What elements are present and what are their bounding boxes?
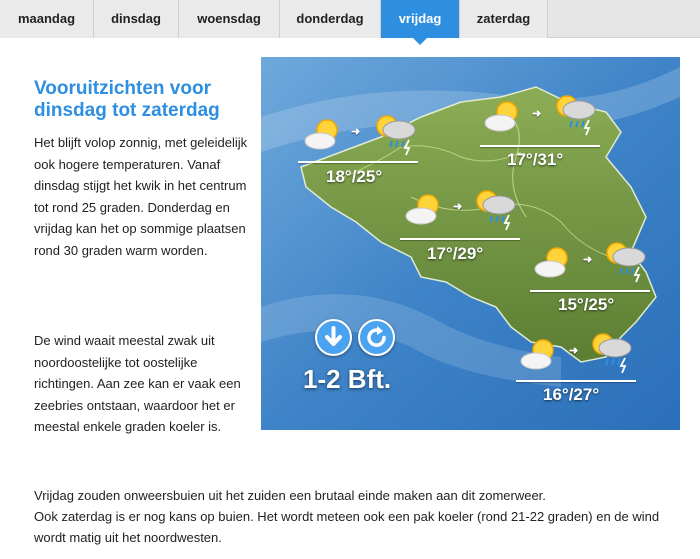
tab-donderdag[interactable]: donderdag xyxy=(280,0,381,38)
region-underline xyxy=(400,238,520,240)
thunderstorm-icon xyxy=(376,115,416,156)
region-underline xyxy=(516,380,636,382)
temperature-ardennen-zuid: 16°/27° xyxy=(543,385,600,404)
tab-zaterdag[interactable]: zaterdag xyxy=(460,0,548,38)
forecast-paragraph-temperature: Het blijft volop zonnig, met geleidelijk… xyxy=(34,135,248,258)
wind-force: 1-2 Bft. xyxy=(303,364,392,394)
sun-cloud-icon xyxy=(534,247,568,278)
sun-cloud-icon xyxy=(484,101,518,132)
forecast-title: Vooruitzichten voor dinsdag tot zaterdag xyxy=(34,78,220,121)
arrow-icon: ➜ xyxy=(583,254,593,266)
thunderstorm-icon xyxy=(606,242,646,283)
arrow-icon: ➜ xyxy=(569,345,579,357)
forecast-line-zaterdag: Ook zaterdag is er nog kans op buien. He… xyxy=(34,509,660,545)
arrow-icon: ➜ xyxy=(453,201,463,213)
tab-dinsdag[interactable]: dinsdag xyxy=(94,0,179,38)
wind-variable-badge xyxy=(358,319,395,356)
tab-vrijdag[interactable]: vrijdag xyxy=(381,0,460,45)
tab-woensdag[interactable]: woensdag xyxy=(179,0,280,38)
forecast-paragraph-wind: De wind waait meestal zwak uit noordoost… xyxy=(34,333,241,435)
arrow-icon: ➜ xyxy=(351,126,361,138)
thunderstorm-icon xyxy=(556,95,596,136)
day-tabs: maandag dinsdag woensdag donderdag vrijd… xyxy=(0,0,700,45)
sun-cloud-icon xyxy=(304,119,338,150)
refresh-icon xyxy=(367,326,386,347)
temperature-kust: 18°/25° xyxy=(326,167,383,186)
wind-direction-badge xyxy=(315,319,352,356)
sun-cloud-icon xyxy=(405,194,439,225)
arrow-down-icon xyxy=(325,326,342,346)
thunderstorm-icon xyxy=(592,333,632,374)
temperature-kempen: 17°/31° xyxy=(507,150,564,169)
forecast-line-vrijdag: Vrijdag zouden onweersbuien uit het zuid… xyxy=(34,488,546,503)
region-underline xyxy=(480,145,600,147)
sun-cloud-icon xyxy=(520,339,554,370)
region-underline xyxy=(530,290,650,292)
thunderstorm-icon xyxy=(476,190,516,231)
tab-maandag[interactable]: maandag xyxy=(0,0,94,38)
temperature-ardennen-noord: 15°/25° xyxy=(558,295,615,314)
region-underline xyxy=(298,161,418,163)
temperature-centrum: 17°/29° xyxy=(427,244,484,263)
weather-map: ➜ 18°/25° ➜ 17°/31° ➜ 17°/29° ➜ 15°/25° … xyxy=(261,57,680,430)
forecast-bottom-text: Vrijdag zouden onweersbuien uit het zuid… xyxy=(34,485,674,548)
arrow-icon: ➜ xyxy=(532,108,542,120)
